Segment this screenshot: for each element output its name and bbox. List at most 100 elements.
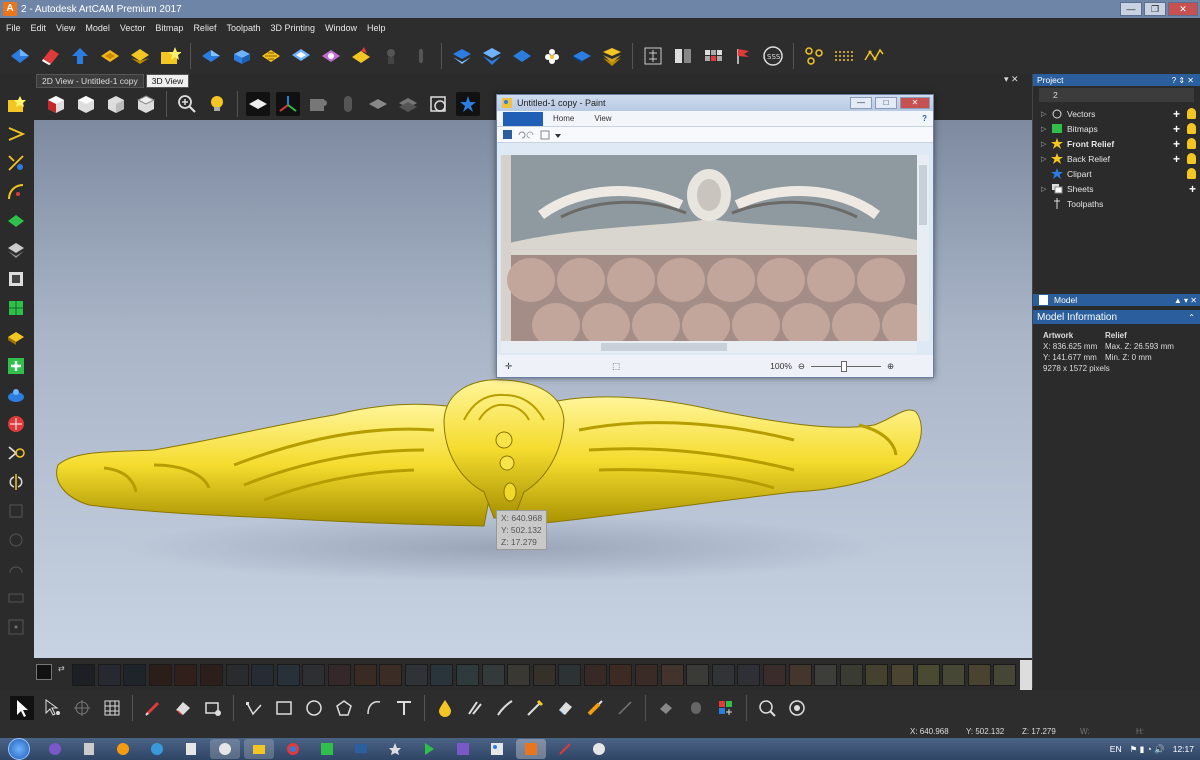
stacked-layers-icon[interactable]	[600, 44, 624, 68]
media-player-icon[interactable]	[210, 739, 240, 759]
eraser-tool-icon[interactable]	[171, 696, 195, 720]
flower-relief-icon[interactable]	[540, 44, 564, 68]
menu-file[interactable]: File	[6, 23, 21, 33]
tray-icons[interactable]: ⚑ ▮ ◔ 🔊	[1130, 744, 1165, 755]
color-swatch[interactable]	[302, 664, 326, 686]
relief-clip-icon[interactable]	[409, 44, 433, 68]
color-swatch[interactable]	[404, 664, 428, 686]
tab-3d-view[interactable]: 3D View	[145, 74, 190, 88]
layer-relief-tool-icon[interactable]	[4, 238, 28, 262]
swap-colors-icon[interactable]: ⇄	[58, 664, 65, 673]
flag-icon[interactable]	[731, 44, 755, 68]
relief-eraser-icon[interactable]	[654, 696, 678, 720]
explorer-icon[interactable]	[244, 739, 274, 759]
color-swatch[interactable]	[839, 664, 863, 686]
visibility-bulb-icon[interactable]	[1187, 168, 1196, 179]
view-cube-side-icon[interactable]	[104, 92, 128, 116]
project-panel-controls[interactable]: ? ⇕ ✕	[1172, 76, 1194, 85]
visibility-bulb-icon[interactable]	[1187, 108, 1196, 119]
green-relief-icon[interactable]	[4, 209, 28, 233]
transform-handles-icon[interactable]	[70, 696, 94, 720]
expand-arrow-icon[interactable]: ▷	[1041, 155, 1051, 163]
tree-item-vectors[interactable]: ▷ Vectors +	[1033, 106, 1200, 121]
flat-layer-icon[interactable]	[510, 44, 534, 68]
avast-icon[interactable]	[108, 739, 138, 759]
artcam-taskbar-icon[interactable]	[516, 739, 546, 759]
color-swatch[interactable]	[609, 664, 633, 686]
paint-zoom-slider-thumb[interactable]	[841, 360, 848, 372]
menu-vector[interactable]: Vector	[120, 23, 146, 33]
viber-icon[interactable]	[40, 739, 70, 759]
bevel-icon[interactable]	[349, 44, 373, 68]
artcam-app-icon[interactable]: A	[3, 2, 17, 16]
color-swatch[interactable]	[763, 664, 787, 686]
palette-scrollbar[interactable]	[1020, 660, 1032, 690]
paint-file-menu-button[interactable]	[503, 111, 543, 126]
relief-capsule-icon[interactable]	[684, 696, 708, 720]
paint-tab-view[interactable]: View	[594, 114, 611, 123]
rect-select-icon[interactable]	[201, 696, 225, 720]
zoom-icon[interactable]	[175, 92, 199, 116]
spin-icon[interactable]	[319, 44, 343, 68]
sculpt-tool-icon[interactable]	[463, 696, 487, 720]
tree-item-bitmaps[interactable]: ▷ Bitmaps +	[1033, 121, 1200, 136]
grid-tool-icon[interactable]	[100, 696, 124, 720]
disabled-circle-icon[interactable]	[4, 528, 28, 552]
paint-title-bar[interactable]: Untitled-1 copy - Paint — □ ✕	[497, 95, 933, 111]
node-arrow-icon[interactable]	[4, 441, 28, 465]
paint-close-button[interactable]: ✕	[900, 97, 930, 109]
menu-3d-printing[interactable]: 3D Printing	[270, 23, 315, 33]
color-swatch[interactable]	[686, 664, 710, 686]
color-swatch[interactable]	[865, 664, 889, 686]
color-swatch[interactable]	[507, 664, 531, 686]
add-icon[interactable]: +	[1173, 107, 1180, 121]
paint-horizontal-scrollbar[interactable]	[501, 341, 917, 353]
paint-quick-icons[interactable]	[503, 129, 563, 141]
menu-model[interactable]: Model	[85, 23, 110, 33]
color-swatch[interactable]	[558, 664, 582, 686]
extrude-icon[interactable]	[229, 44, 253, 68]
mirror-icon[interactable]	[4, 470, 28, 494]
arc-tool-icon[interactable]	[362, 696, 386, 720]
puzzle-icon[interactable]	[306, 92, 330, 116]
chrome-icon[interactable]	[278, 739, 308, 759]
menu-bitmap[interactable]: Bitmap	[155, 23, 183, 33]
blue-diamond-tool-icon[interactable]	[8, 44, 32, 68]
expand-arrow-icon[interactable]: ▷	[1041, 125, 1051, 133]
pattern-icon[interactable]	[832, 44, 856, 68]
view-cube-iso-icon[interactable]	[74, 92, 98, 116]
layer-stack-icon[interactable]	[450, 44, 474, 68]
draw-relief-toggle-icon[interactable]	[246, 92, 270, 116]
color-swatch[interactable]	[199, 664, 223, 686]
view-tabs-controls[interactable]: ▾ ✕	[1004, 74, 1019, 85]
view-cube-top-icon[interactable]	[134, 92, 158, 116]
paint-maximize-button[interactable]: □	[875, 97, 897, 109]
color-swatch[interactable]	[148, 664, 172, 686]
color-swatch[interactable]	[97, 664, 121, 686]
color-swatch[interactable]	[737, 664, 761, 686]
add-icon[interactable]: +	[1173, 152, 1180, 166]
menu-view[interactable]: View	[56, 23, 75, 33]
drop-tool-icon[interactable]	[433, 696, 457, 720]
tree-item-front-relief[interactable]: ▷ Front Relief +	[1033, 136, 1200, 151]
add-icon[interactable]: +	[1189, 182, 1196, 196]
color-swatch[interactable]	[225, 664, 249, 686]
color-swatch[interactable]	[942, 664, 966, 686]
tree-item-sheets[interactable]: ▷ Sheets +	[1033, 181, 1200, 196]
color-swatch[interactable]	[123, 664, 147, 686]
polyline-icon[interactable]	[862, 44, 886, 68]
green-grid-icon[interactable]	[4, 296, 28, 320]
color-swatch[interactable]	[251, 664, 275, 686]
color-swatch[interactable]	[430, 664, 454, 686]
folder-star-icon[interactable]	[158, 44, 182, 68]
slab-gray-icon[interactable]	[366, 92, 390, 116]
view-cube-front-icon[interactable]	[44, 92, 68, 116]
view-3d-icon[interactable]	[426, 92, 450, 116]
color-swatch[interactable]	[583, 664, 607, 686]
model-information-header[interactable]: Model Information ⌃	[1033, 310, 1200, 324]
color-swatch[interactable]	[455, 664, 479, 686]
slab-dark-icon[interactable]	[396, 92, 420, 116]
weave-icon[interactable]	[259, 44, 283, 68]
needle-tool-icon[interactable]	[613, 696, 637, 720]
pen-tool-icon[interactable]	[141, 696, 165, 720]
